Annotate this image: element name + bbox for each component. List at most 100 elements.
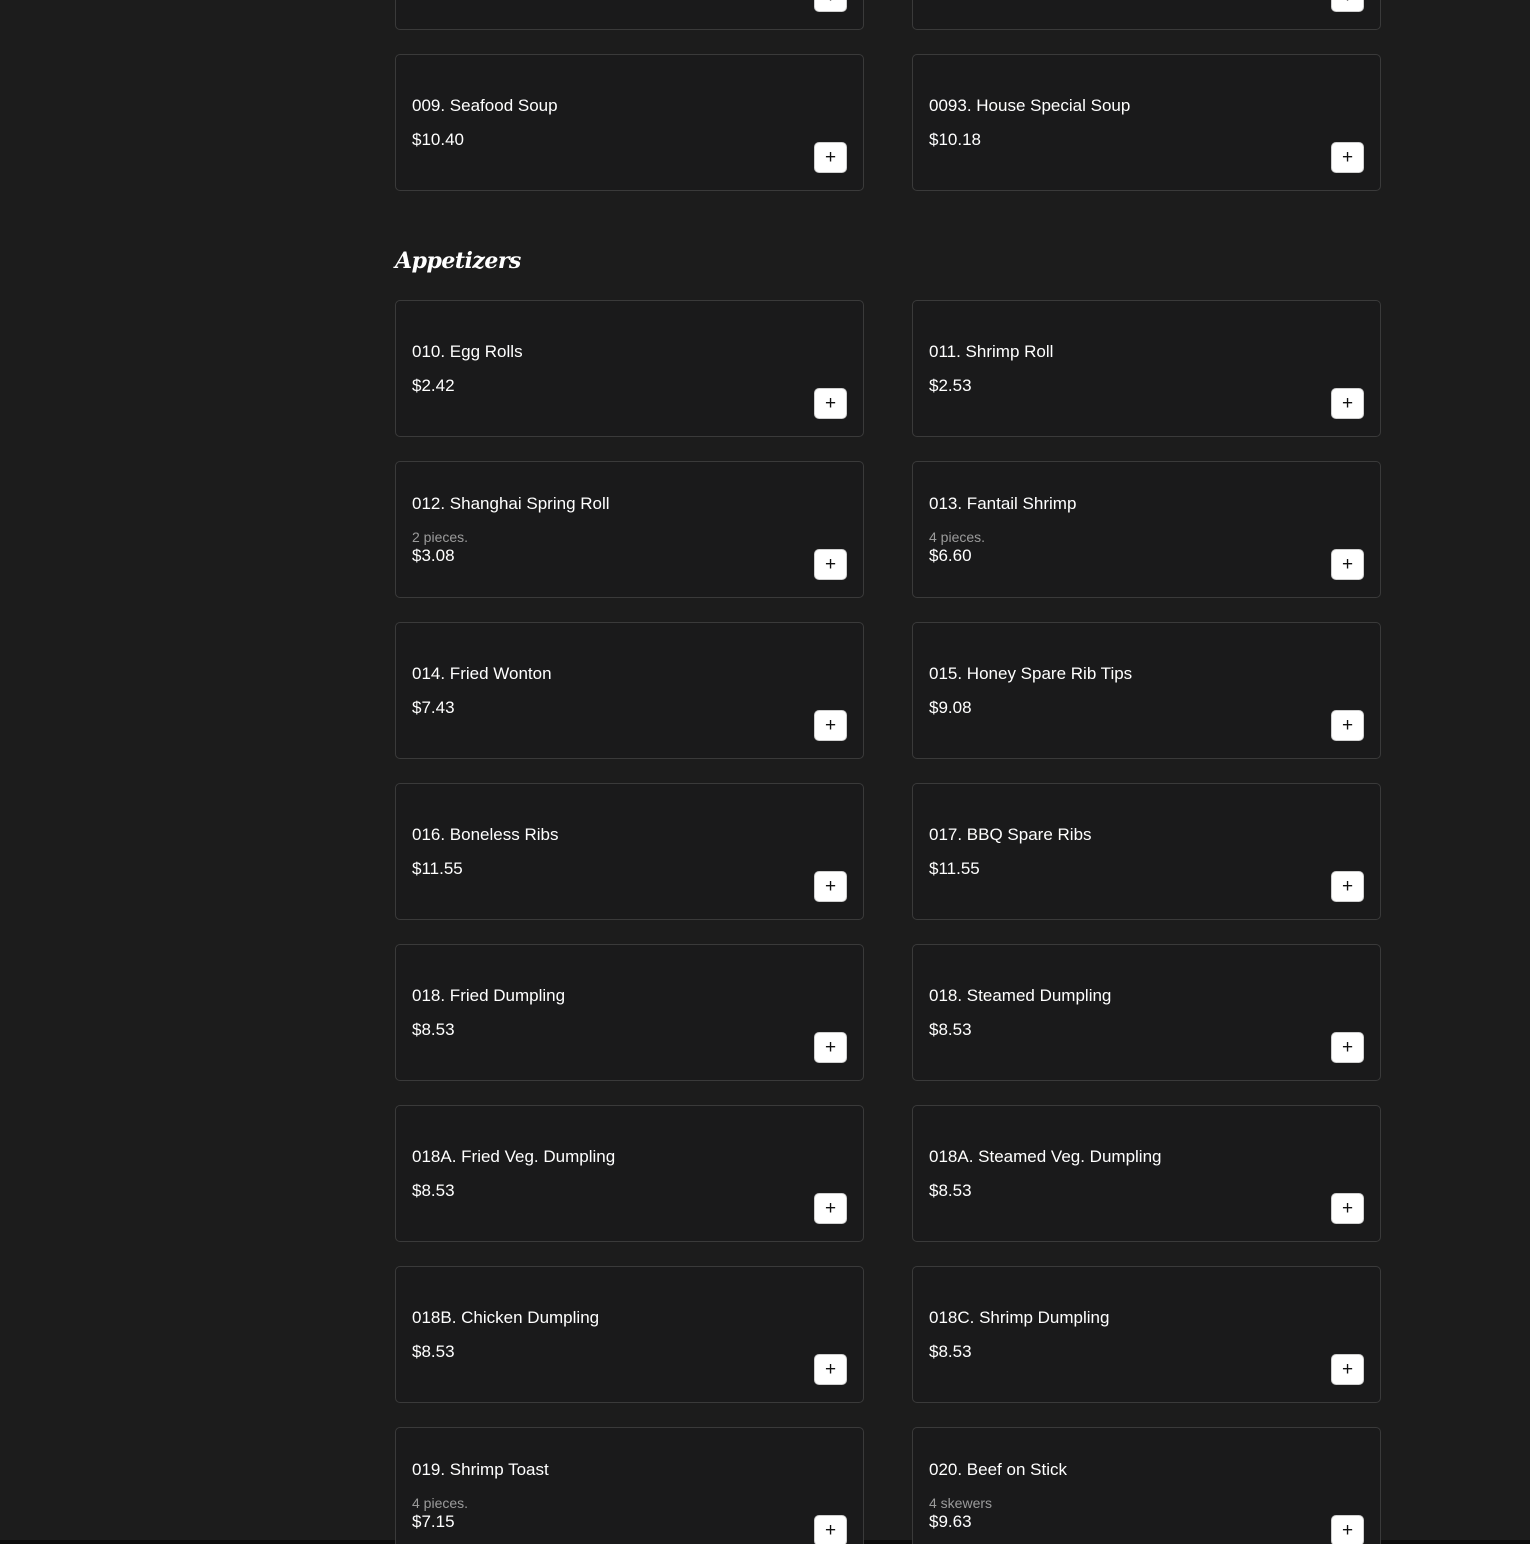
plus-icon: +: [1341, 554, 1354, 575]
menu-item-name: 018. Steamed Dumpling: [929, 986, 1112, 1005]
menu-item-card[interactable]: 013. Fantail Shrimp 4 pieces. $6.60 +: [912, 461, 1381, 598]
plus-icon: +: [824, 1198, 837, 1219]
add-to-cart-button[interactable]: +: [1331, 1354, 1364, 1385]
plus-icon: +: [1341, 1198, 1354, 1219]
plus-icon: +: [1342, 0, 1353, 6]
menu-item-card[interactable]: 020. Beef on Stick 4 skewers $9.63 +: [912, 1427, 1381, 1544]
menu-item-card[interactable]: 018A. Fried Veg. Dumpling $8.53 +: [395, 1105, 864, 1242]
add-to-cart-button[interactable]: +: [1331, 871, 1364, 902]
menu-item-name: 012. Shanghai Spring Roll: [412, 494, 610, 513]
add-to-cart-button[interactable]: +: [814, 871, 847, 902]
menu-item-card[interactable]: 018. Steamed Dumpling $8.53 +: [912, 944, 1381, 1081]
menu-item-card[interactable]: 009. Seafood Soup $10.40 +: [395, 54, 864, 191]
menu-page: Appetizers + +009. Seafood Soup $10.40 +009…: [0, 0, 1530, 1544]
add-to-cart-button[interactable]: +: [814, 1354, 847, 1385]
menu-item-card[interactable]: +: [912, 0, 1381, 30]
menu-item-card[interactable]: 010. Egg Rolls $2.42 +: [395, 300, 864, 437]
add-to-cart-button[interactable]: +: [814, 549, 847, 580]
menu-item-price: $8.53: [412, 1342, 455, 1361]
plus-icon: +: [1341, 1520, 1354, 1541]
menu-item-card[interactable]: 015. Honey Spare Rib Tips $9.08 +: [912, 622, 1381, 759]
plus-icon: +: [824, 393, 837, 414]
menu-item-description: 4 pieces.: [929, 529, 986, 545]
menu-item-card[interactable]: 011. Shrimp Roll $2.53 +: [912, 300, 1381, 437]
menu-item-price: $8.53: [929, 1020, 972, 1039]
menu-item-name: 018B. Chicken Dumpling: [412, 1308, 600, 1327]
menu-item-price: $2.42: [412, 376, 455, 395]
menu-item-card[interactable]: 017. BBQ Spare Ribs $11.55 +: [912, 783, 1381, 920]
add-to-cart-button[interactable]: +: [1331, 0, 1364, 12]
menu-item-name: 0093. House Special Soup: [929, 96, 1131, 115]
add-to-cart-button[interactable]: +: [1331, 388, 1364, 419]
menu-item-card[interactable]: +: [395, 0, 864, 30]
add-to-cart-button[interactable]: +: [1331, 1515, 1364, 1544]
menu-item-name: 019. Shrimp Toast: [412, 1460, 549, 1479]
plus-icon: +: [1341, 876, 1354, 897]
menu-item-name: 018A. Steamed Veg. Dumpling: [929, 1147, 1162, 1166]
add-to-cart-button[interactable]: +: [1331, 1193, 1364, 1224]
plus-icon: +: [825, 0, 836, 6]
menu-item-card[interactable]: 0093. House Special Soup $10.18 +: [912, 54, 1381, 191]
menu-item-card[interactable]: 018C. Shrimp Dumpling $8.53 +: [912, 1266, 1381, 1403]
add-to-cart-button[interactable]: +: [1331, 710, 1364, 741]
menu-item-card[interactable]: 019. Shrimp Toast 4 pieces. $7.15 +: [395, 1427, 864, 1544]
add-to-cart-button[interactable]: +: [814, 142, 847, 173]
add-to-cart-button[interactable]: +: [814, 1193, 847, 1224]
plus-icon: +: [1341, 393, 1354, 414]
menu-item-name: 011. Shrimp Roll: [929, 342, 1054, 361]
add-to-cart-button[interactable]: +: [1331, 1032, 1364, 1063]
menu-item-name: 020. Beef on Stick: [929, 1460, 1067, 1479]
menu-item-name: 017. BBQ Spare Ribs: [929, 825, 1092, 844]
menu-item-price: $11.55: [412, 859, 463, 878]
add-to-cart-button[interactable]: +: [814, 1032, 847, 1063]
add-to-cart-button[interactable]: +: [814, 1515, 847, 1544]
plus-icon: +: [824, 1359, 837, 1380]
plus-icon: +: [1341, 715, 1354, 736]
plus-icon: +: [824, 876, 837, 897]
plus-icon: +: [1341, 147, 1354, 168]
menu-item-price: $11.55: [929, 859, 980, 878]
plus-icon: +: [1341, 1359, 1354, 1380]
add-to-cart-button[interactable]: +: [1331, 142, 1364, 173]
menu-item-name: 015. Honey Spare Rib Tips: [929, 664, 1133, 683]
menu-item-price: $8.53: [412, 1181, 455, 1200]
menu-item-price: $10.40: [412, 130, 464, 149]
menu-item-description: 2 pieces.: [412, 529, 469, 545]
menu-item-price: $2.53: [929, 376, 972, 395]
add-to-cart-button[interactable]: +: [814, 0, 847, 12]
menu-item-price: $9.08: [929, 698, 972, 717]
menu-item-name: 018C. Shrimp Dumpling: [929, 1308, 1110, 1327]
menu-item-description: 4 pieces.: [412, 1495, 469, 1511]
menu-item-card[interactable]: 018. Fried Dumpling $8.53 +: [395, 944, 864, 1081]
plus-icon: +: [824, 147, 837, 168]
menu-item-price: $9.63: [929, 1512, 972, 1531]
menu-item-name: 016. Boneless Ribs: [412, 825, 559, 844]
add-to-cart-button[interactable]: +: [814, 388, 847, 419]
section-title-appetizers: Appetizers: [395, 248, 521, 274]
menu-item-price: $10.18: [929, 130, 981, 149]
menu-item-card[interactable]: 016. Boneless Ribs $11.55 +: [395, 783, 864, 920]
menu-item-name: 013. Fantail Shrimp: [929, 494, 1077, 513]
menu-item-name: 018A. Fried Veg. Dumpling: [412, 1147, 616, 1166]
plus-icon: +: [1341, 1037, 1354, 1058]
menu-item-card[interactable]: 014. Fried Wonton $7.43 +: [395, 622, 864, 759]
menu-item-price: $7.15: [412, 1512, 455, 1531]
menu-item-name: 018. Fried Dumpling: [412, 986, 566, 1005]
menu-item-card[interactable]: 012. Shanghai Spring Roll 2 pieces. $3.08 +: [395, 461, 864, 598]
menu-item-price: $3.08: [412, 546, 455, 565]
menu-item-name: 010. Egg Rolls: [412, 342, 523, 361]
menu-item-name: 014. Fried Wonton: [412, 664, 552, 683]
plus-icon: +: [824, 1520, 837, 1541]
plus-icon: +: [824, 715, 837, 736]
add-to-cart-button[interactable]: +: [814, 710, 847, 741]
menu-item-price: $8.53: [412, 1020, 455, 1039]
menu-item-price: $7.43: [412, 698, 455, 717]
menu-item-name: 009. Seafood Soup: [412, 96, 558, 115]
menu-item-card[interactable]: 018B. Chicken Dumpling $8.53 +: [395, 1266, 864, 1403]
menu-item-price: $6.60: [929, 546, 972, 565]
menu-item-card[interactable]: 018A. Steamed Veg. Dumpling $8.53 +: [912, 1105, 1381, 1242]
add-to-cart-button[interactable]: +: [1331, 549, 1364, 580]
menu-item-price: $8.53: [929, 1342, 972, 1361]
plus-icon: +: [824, 554, 837, 575]
plus-icon: +: [824, 1037, 837, 1058]
